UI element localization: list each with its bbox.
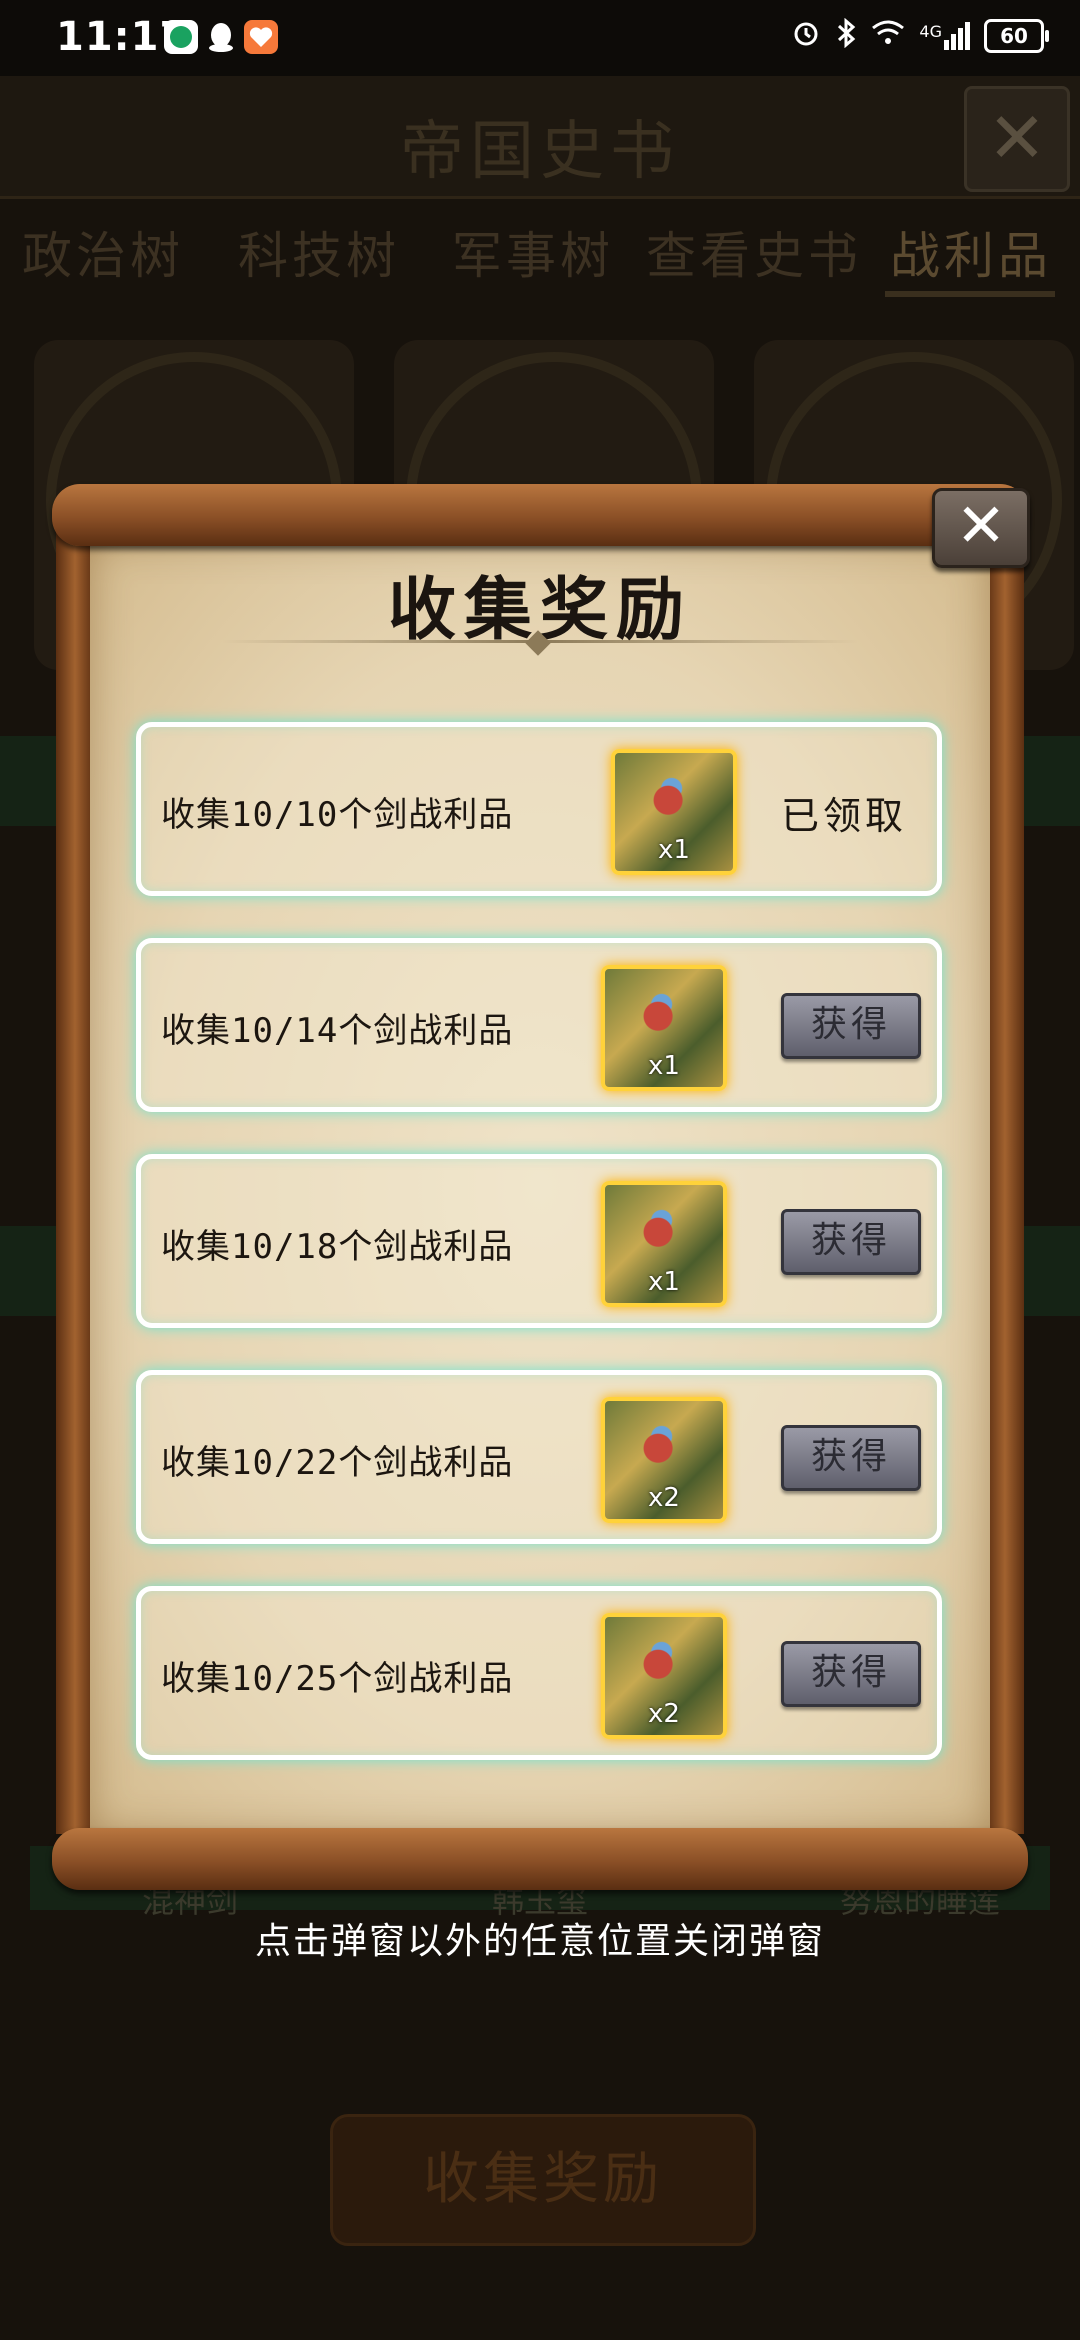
obtain-button[interactable]: 获得 [781, 1425, 921, 1491]
scroll-top-rod [52, 484, 1028, 546]
loot-item-icon[interactable]: x1 [601, 965, 727, 1091]
bg-tab-politics: 政治树 [22, 227, 184, 285]
bg-header: 帝国史书 ✕ [0, 76, 1080, 199]
reward-row: 收集10/18个剑战利品 x1 获得 [136, 1154, 942, 1328]
reward-description: 收集10/22个剑战利品 [161, 1443, 514, 1483]
reward-row: 收集10/14个剑战利品 x1 获得 [136, 938, 942, 1112]
scroll-right-edge [986, 524, 1024, 1834]
collect-reward-popup: 收集奖励 ✕ 收集10/10个剑战利品 x1 已领取 收集10/14个剑战利品 … [52, 484, 1030, 1890]
bg-tab-underline [885, 291, 1055, 297]
reward-description: 收集10/14个剑战利品 [161, 1011, 514, 1051]
bg-tab-military: 军事树 [452, 227, 614, 285]
reward-row: 收集10/22个剑战利品 x2 获得 [136, 1370, 942, 1544]
obtain-button[interactable]: 获得 [781, 1209, 921, 1275]
close-button[interactable]: ✕ [932, 488, 1030, 568]
bg-tab-loot: 战利品 [890, 227, 1052, 285]
reward-description: 收集10/10个剑战利品 [161, 795, 514, 835]
reward-quantity: x1 [648, 1267, 680, 1297]
alarm-icon [791, 18, 821, 54]
loot-item-icon[interactable]: x2 [601, 1397, 727, 1523]
status-bar: 11:17 4G 60 [0, 0, 1080, 76]
scroll-left-edge [56, 524, 94, 1834]
bluetooth-icon [835, 17, 857, 54]
signal-icon: 4G [919, 22, 970, 50]
bg-page-title: 帝国史书 [400, 115, 680, 189]
reward-quantity: x1 [648, 1051, 680, 1081]
reward-row: 收集10/25个剑战利品 x2 获得 [136, 1586, 942, 1760]
browser-app-icon [164, 20, 198, 54]
wifi-icon [871, 19, 905, 53]
claimed-status: 已领取 [780, 794, 907, 838]
bg-tab-history: 查看史书 [646, 227, 862, 285]
scroll-bottom-rod [52, 1828, 1028, 1890]
bg-close-icon: ✕ [964, 86, 1070, 192]
close-icon: ✕ [955, 491, 1007, 561]
reward-quantity: x1 [658, 835, 690, 865]
network-type-label: 4G [919, 22, 942, 41]
reward-quantity: x2 [648, 1699, 680, 1729]
dismiss-hint: 点击弹窗以外的任意位置关闭弹窗 [254, 1921, 825, 1962]
bg-collect-reward-button: 收集奖励 [330, 2114, 756, 2246]
reward-row: 收集10/10个剑战利品 x1 已领取 [136, 722, 942, 896]
reward-description: 收集10/18个剑战利品 [161, 1227, 514, 1267]
reward-description: 收集10/25个剑战利品 [161, 1659, 514, 1699]
loot-item-icon[interactable]: x1 [601, 1181, 727, 1307]
obtain-button[interactable]: 获得 [781, 993, 921, 1059]
reward-quantity: x2 [648, 1483, 680, 1513]
health-app-icon [244, 20, 278, 54]
loot-item-icon[interactable]: x1 [611, 749, 737, 875]
obtain-button[interactable]: 获得 [781, 1641, 921, 1707]
loot-item-icon[interactable]: x2 [601, 1613, 727, 1739]
bg-tab-tech: 科技树 [238, 227, 400, 285]
qq-app-icon [204, 20, 238, 54]
battery-indicator: 60 [984, 19, 1049, 53]
